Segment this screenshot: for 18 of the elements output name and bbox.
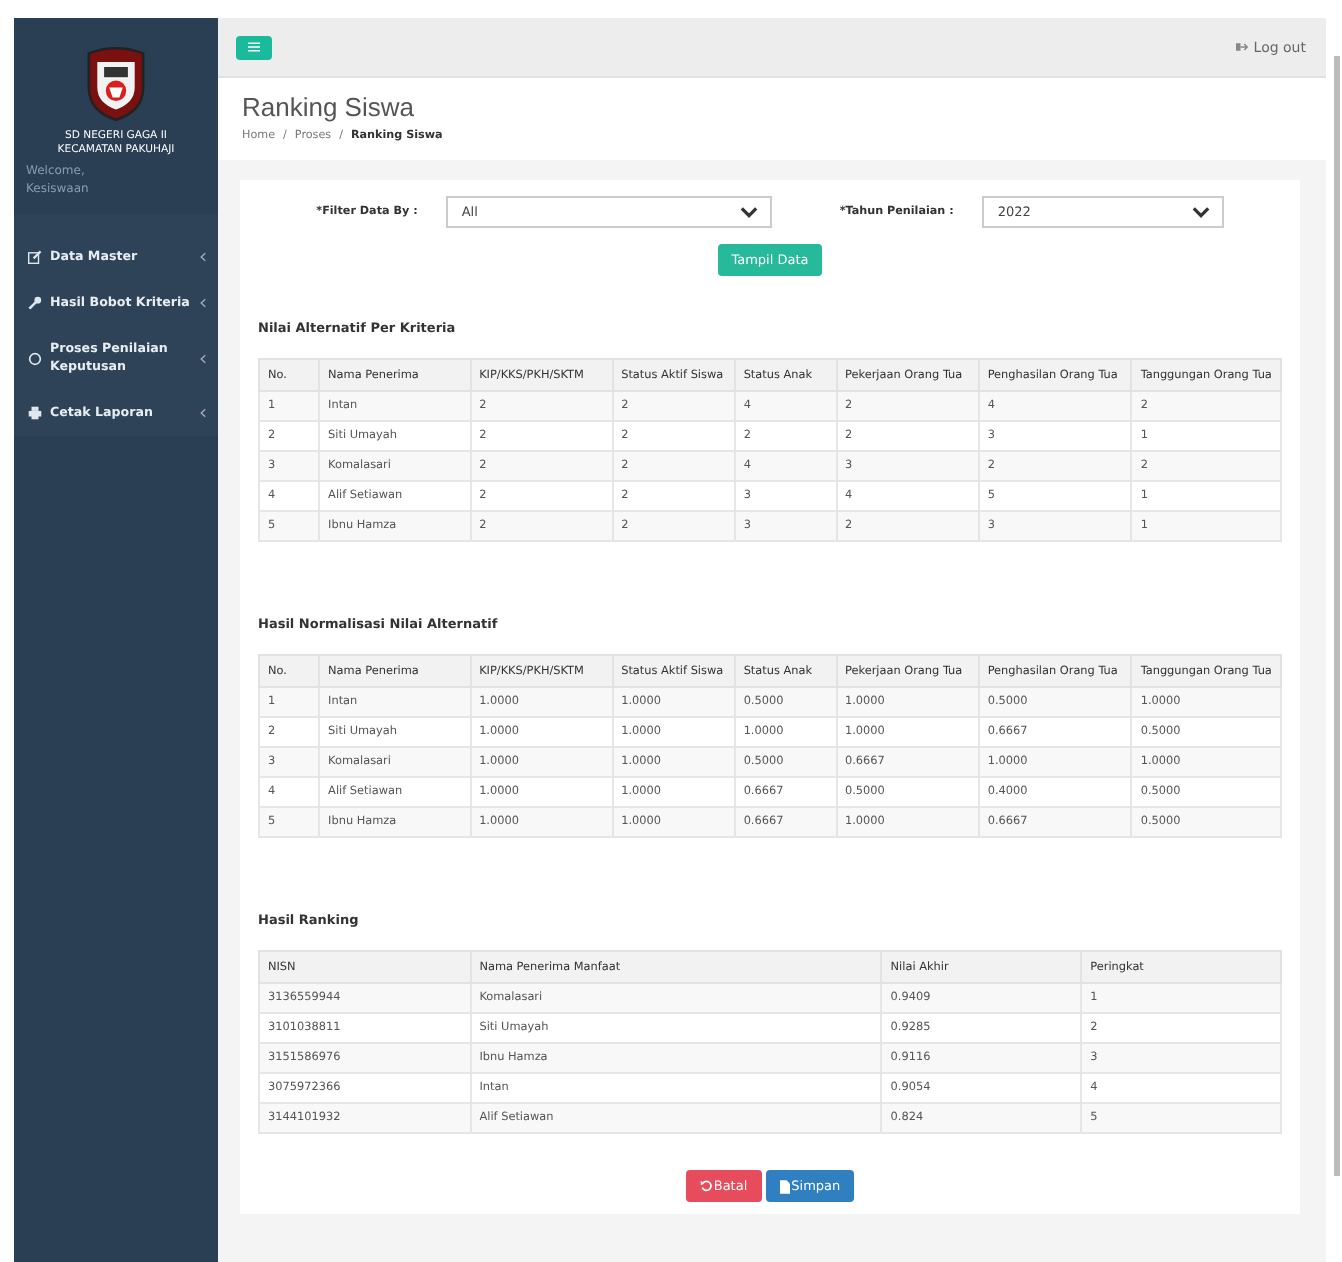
chevron-down-icon	[1191, 206, 1210, 218]
chevron-down-icon	[739, 206, 758, 218]
print-icon	[28, 406, 42, 420]
chevron-icon	[200, 252, 206, 262]
file-icon	[779, 1179, 790, 1193]
logout-icon	[1235, 42, 1248, 52]
circle-icon	[28, 351, 42, 365]
edit-icon	[28, 250, 42, 264]
menu-icon	[248, 42, 260, 52]
wrench-icon	[28, 296, 42, 310]
chevron-icon	[200, 298, 206, 308]
chevron-icon	[200, 353, 206, 363]
undo-icon	[699, 1180, 712, 1192]
scrollbar[interactable]	[1334, 56, 1340, 1176]
page-title: Ranking Siswa	[242, 92, 416, 122]
logo-drawing	[82, 46, 150, 122]
chevron-icon	[200, 408, 206, 418]
menu-button[interactable]	[236, 35, 272, 59]
